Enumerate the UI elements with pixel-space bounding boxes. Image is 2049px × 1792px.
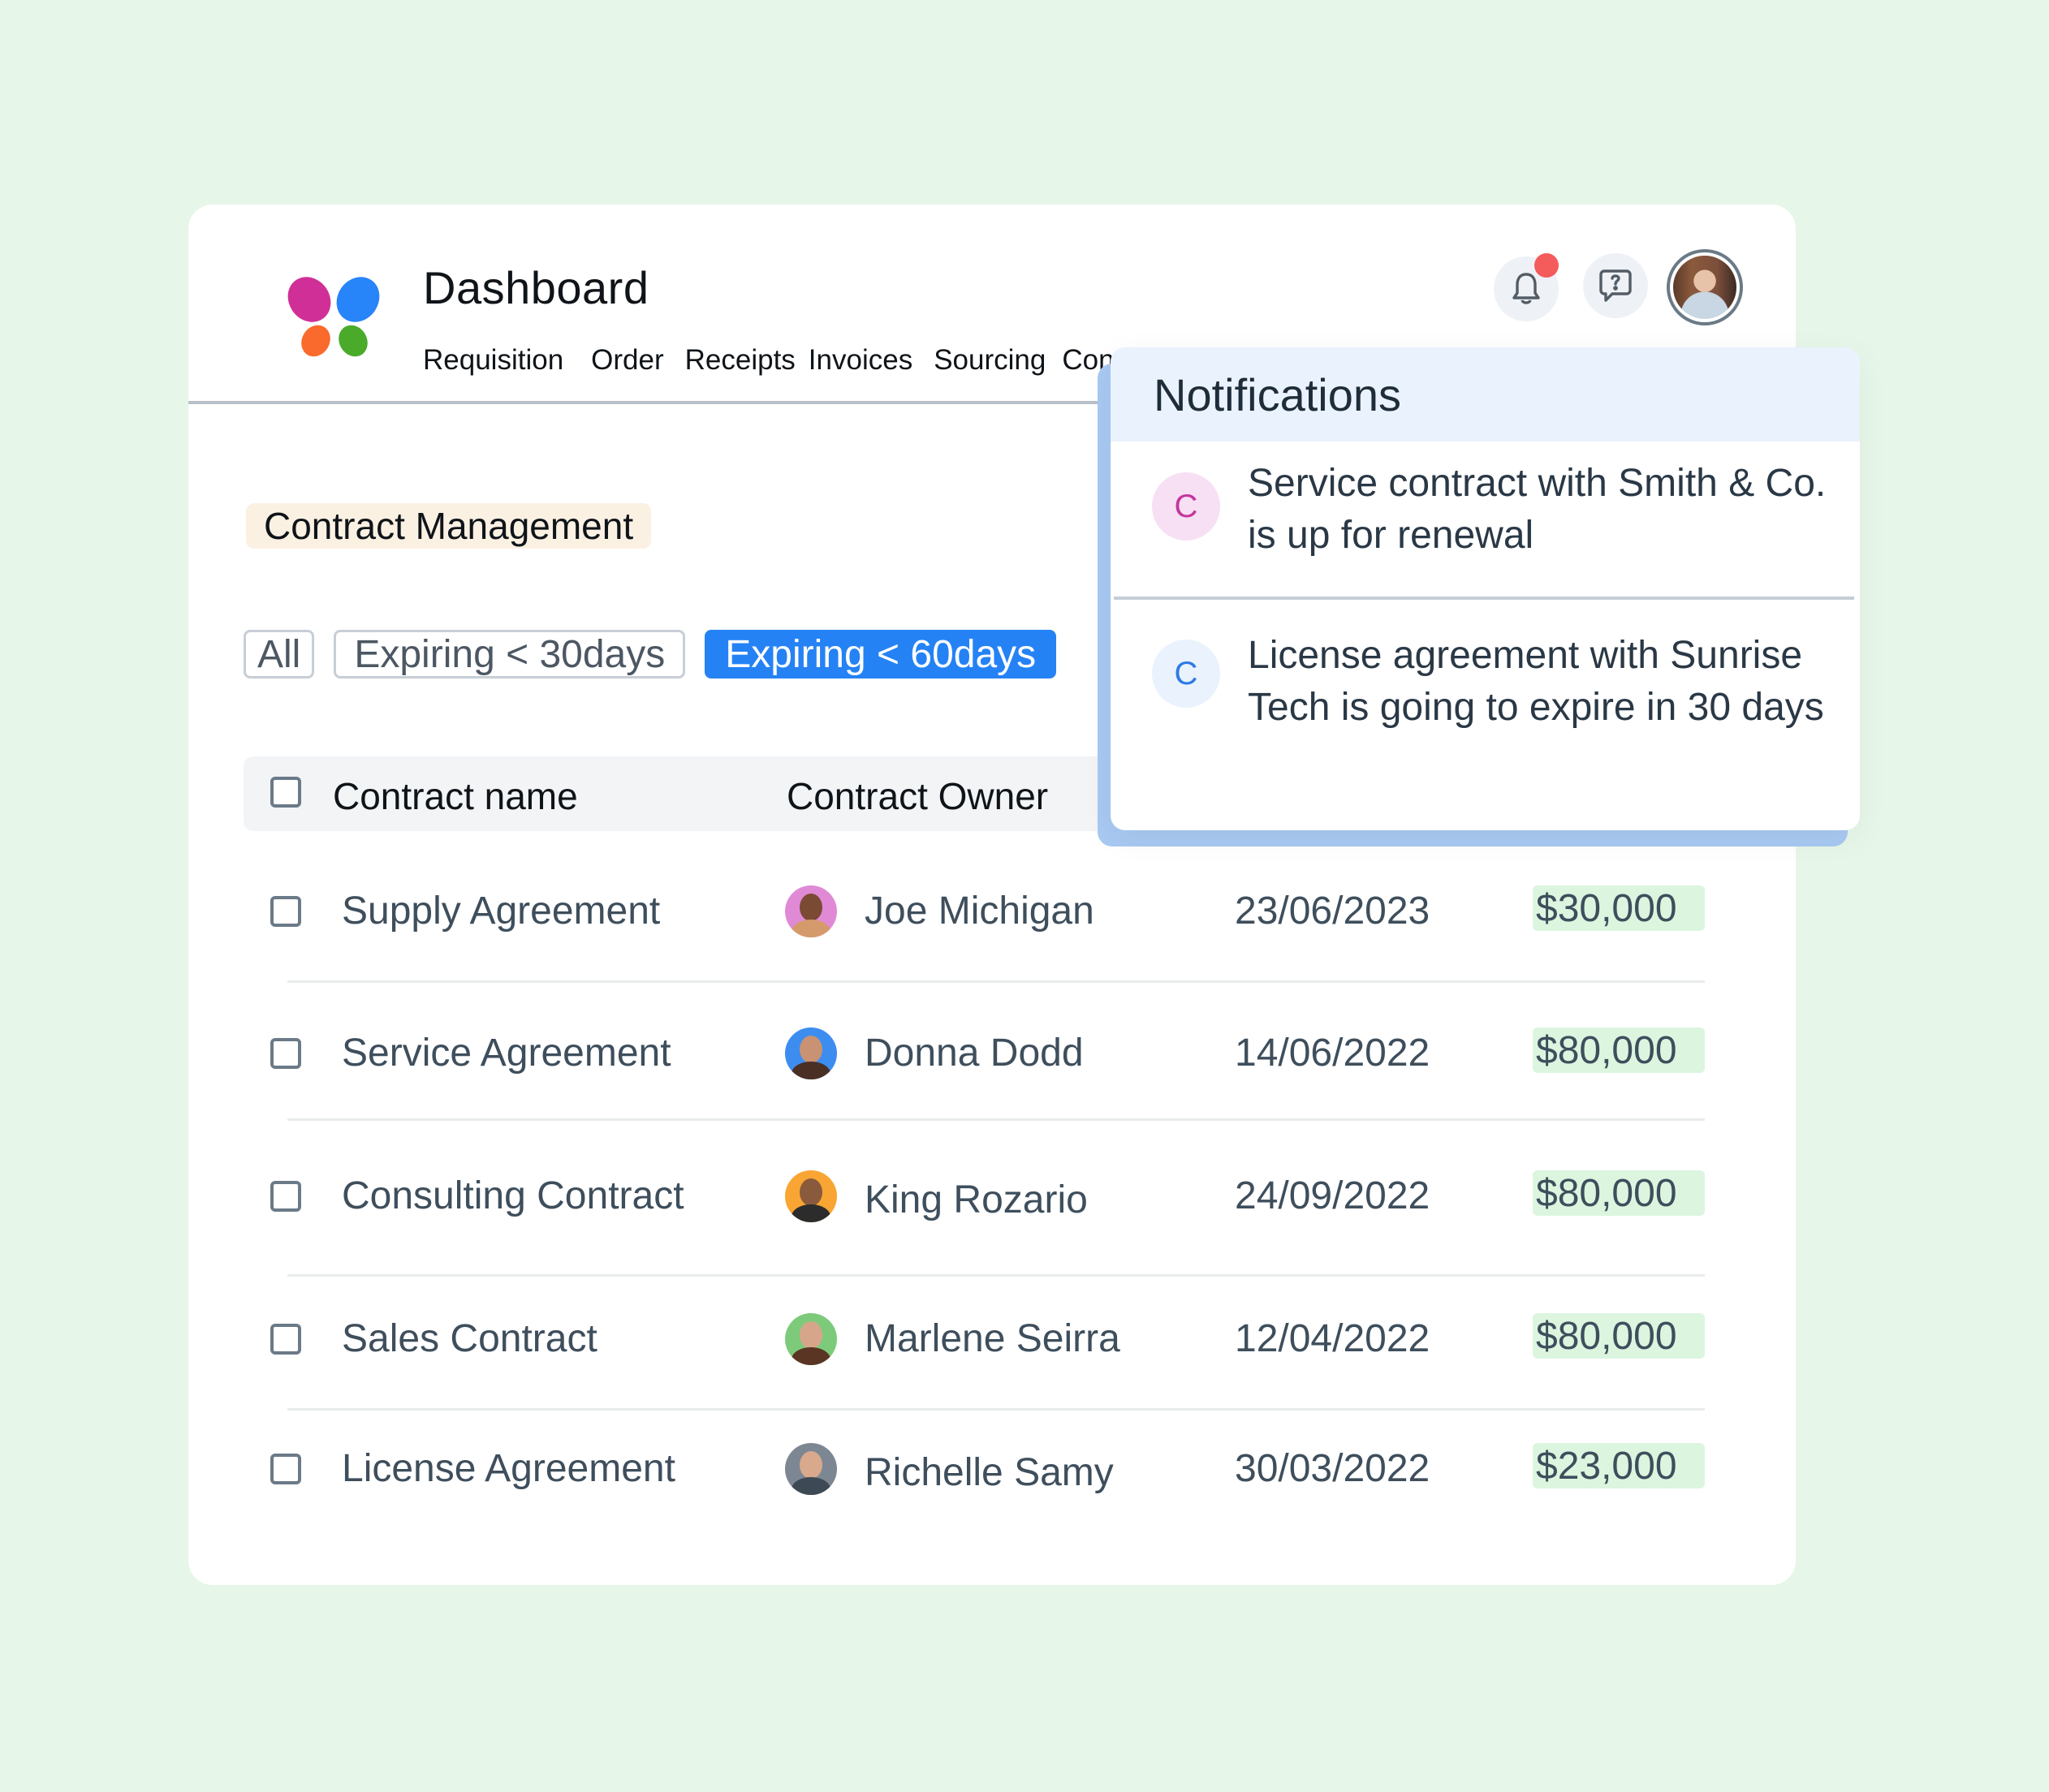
contract-value: $80,000 <box>1533 1313 1705 1359</box>
owner-avatar <box>785 1027 837 1079</box>
help-chat-button[interactable] <box>1583 253 1648 318</box>
notification-avatar: C <box>1152 472 1220 541</box>
filter-expiring-30[interactable]: Expiring < 30days <box>334 630 686 678</box>
owner-avatar <box>785 1170 837 1222</box>
filter-expiring-60[interactable]: Expiring < 60days <box>705 630 1057 678</box>
owner-avatar <box>785 1313 837 1365</box>
nav-receipts[interactable]: Receipts <box>685 344 796 377</box>
contract-name: Sales Contract <box>342 1317 597 1360</box>
contract-value: $30,000 <box>1533 885 1705 931</box>
notification-badge <box>1534 253 1559 278</box>
contract-owner: Donna Dodd <box>865 1032 1084 1075</box>
contract-owner: Joe Michigan <box>865 890 1094 933</box>
contract-name: Supply Agreement <box>342 890 661 933</box>
row-checkbox[interactable] <box>270 1038 301 1069</box>
contract-name: License Agreement <box>342 1447 675 1490</box>
row-divider <box>287 980 1705 983</box>
table-row[interactable]: Consulting Contract King Rozario 24/09/2… <box>244 1156 1705 1237</box>
column-contract-owner[interactable]: Contract Owner <box>787 774 1048 818</box>
chat-help-icon <box>1599 269 1632 302</box>
logo-petal-orange <box>295 320 336 362</box>
row-divider <box>287 1118 1705 1121</box>
nav-invoices[interactable]: Invoices <box>809 344 912 377</box>
contract-date: 12/04/2022 <box>1235 1317 1430 1360</box>
owner-avatar <box>785 885 837 937</box>
contract-value: $23,000 <box>1533 1443 1705 1488</box>
contract-date: 24/09/2022 <box>1235 1174 1430 1217</box>
table-row[interactable]: Supply Agreement Joe Michigan 23/06/2023… <box>244 871 1705 952</box>
select-all-checkbox[interactable] <box>270 777 301 808</box>
logo-petal-magenta <box>278 268 340 331</box>
filter-all[interactable]: All <box>244 630 315 678</box>
logo-petal-blue <box>327 268 389 331</box>
row-divider <box>287 1274 1705 1277</box>
filter-chips: All Expiring < 30days Expiring < 60days <box>244 630 1057 678</box>
top-nav: Requisition Order Receipts Invoices Sour… <box>423 344 1184 377</box>
logo-petal-green <box>333 320 373 362</box>
table-row[interactable]: Sales Contract Marlene Seirra 12/04/2022… <box>244 1299 1705 1380</box>
notifications-title: Notifications <box>1111 347 1860 442</box>
user-avatar <box>1673 256 1736 319</box>
contract-name: Service Agreement <box>342 1032 671 1075</box>
row-checkbox[interactable] <box>270 1324 301 1355</box>
contract-name: Consulting Contract <box>342 1174 684 1217</box>
contract-date: 23/06/2023 <box>1235 890 1430 933</box>
table-row[interactable]: Service Agreement Donna Dodd 14/06/2022 … <box>244 1013 1705 1094</box>
notification-avatar: C <box>1152 640 1220 708</box>
nav-requisition[interactable]: Requisition <box>423 344 563 377</box>
bell-icon <box>1512 273 1540 304</box>
row-divider <box>287 1408 1705 1411</box>
app-logo[interactable] <box>278 268 389 362</box>
contract-date: 14/06/2022 <box>1235 1032 1430 1075</box>
notification-divider <box>1114 597 1854 600</box>
contract-value: $80,000 <box>1533 1027 1705 1073</box>
column-contract-name[interactable]: Contract name <box>333 774 578 818</box>
nav-sourcing[interactable]: Sourcing <box>934 344 1046 377</box>
contract-owner: Richelle Samy <box>865 1451 1114 1494</box>
contract-date: 30/03/2022 <box>1235 1447 1430 1490</box>
row-checkbox[interactable] <box>270 1454 301 1484</box>
section-label: Contract Management <box>246 503 652 549</box>
owner-avatar <box>785 1443 837 1495</box>
row-checkbox[interactable] <box>270 896 301 927</box>
contract-owner: Marlene Seirra <box>865 1317 1120 1360</box>
notifications-panel: Notifications C Service contract with Sm… <box>1111 347 1860 830</box>
row-checkbox[interactable] <box>270 1181 301 1212</box>
nav-order[interactable]: Order <box>591 344 663 377</box>
contract-owner: King Rozario <box>865 1178 1088 1221</box>
profile-avatar-button[interactable] <box>1667 249 1743 325</box>
table-row[interactable]: License Agreement Richelle Samy 30/03/20… <box>244 1428 1705 1510</box>
page-title: Dashboard <box>423 262 649 313</box>
notification-text: License agreement with Sunrise Tech is g… <box>1248 634 1824 729</box>
notification-text: Service contract with Smith & Co. is up … <box>1248 462 1827 557</box>
contract-value: $80,000 <box>1533 1170 1705 1216</box>
